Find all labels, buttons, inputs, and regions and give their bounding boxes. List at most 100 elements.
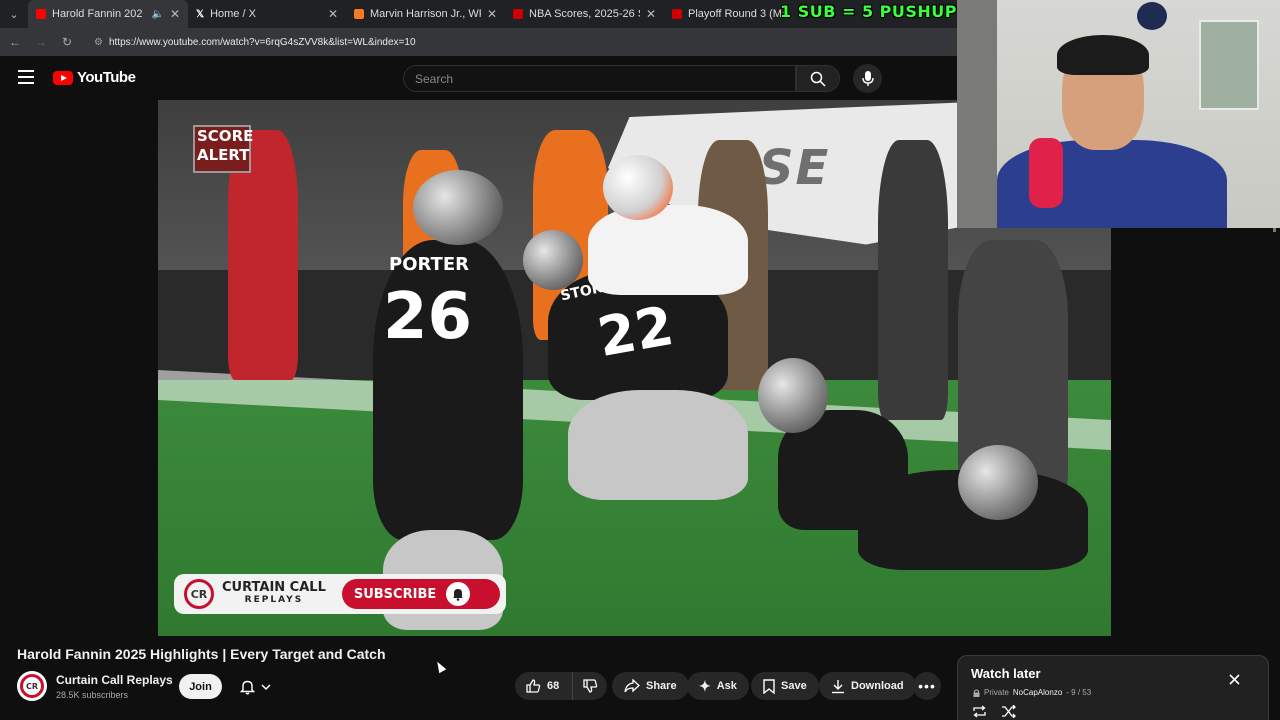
loop-icon[interactable] [972, 705, 987, 718]
photographer-figure [878, 140, 948, 420]
webcam-wall [957, 0, 997, 228]
speaker-icon[interactable]: 🔈 [151, 9, 163, 20]
youtube-logo[interactable]: YouTube [53, 69, 136, 86]
promo-name-line2: REPLAYS [244, 595, 304, 605]
search-button[interactable] [796, 65, 840, 92]
curtain-call-logo: CR [184, 579, 214, 609]
back-arrow-icon[interactable]: ← [8, 35, 22, 49]
channel-promo-banner: CR CURTAIN CALL REPLAYS SUBSCRIBE [174, 574, 506, 614]
voice-search-button[interactable] [853, 64, 882, 93]
screen: ⌄ Harold Fannin 2025 Highlig 🔈 ✕ 𝕏 Home … [0, 0, 1280, 720]
download-label: Download [851, 680, 904, 692]
bell-icon [239, 680, 255, 694]
mouse-cursor-icon [433, 659, 447, 674]
menu-icon[interactable] [18, 70, 34, 84]
thumbs-down-icon [583, 679, 598, 693]
more-actions-button[interactable]: ••• [913, 672, 941, 700]
microphone-icon [861, 70, 874, 86]
shuffle-icon[interactable] [1001, 705, 1016, 718]
channel-name[interactable]: Curtain Call Replays [56, 673, 173, 687]
reload-icon[interactable]: ↻ [60, 35, 74, 49]
espn-favicon-icon [672, 9, 682, 19]
action-bar: Save [751, 672, 819, 700]
youtube-header: YouTube [0, 56, 958, 100]
player-number: 22 [593, 293, 679, 370]
action-bar: Download [819, 672, 916, 700]
playlist-position: - 9 / 53 [1066, 688, 1092, 697]
webcam-hat [1137, 2, 1167, 30]
action-bar: ✦ Ask [687, 672, 749, 700]
search-input[interactable] [415, 71, 795, 86]
youtube-play-icon [53, 70, 73, 85]
thumbs-up-icon [526, 679, 541, 693]
tab-close-icon[interactable]: ✕ [328, 7, 338, 21]
forward-arrow-icon[interactable]: → [34, 35, 48, 49]
youtube-logo-text: YouTube [77, 69, 136, 86]
bookmark-icon [763, 678, 775, 694]
playlist-privacy: Private [984, 688, 1009, 697]
tab-home-x[interactable]: 𝕏 Home / X ✕ [188, 0, 346, 28]
tab-harold-fannin[interactable]: Harold Fannin 2025 Highlig 🔈 ✕ [28, 0, 188, 28]
bell-icon [446, 582, 471, 606]
playlist-panel: Watch later Private NoCapAlonzo - 9 / 53 [957, 655, 1269, 720]
channel-avatar-logo: CR [20, 674, 44, 698]
tab-nba-scores[interactable]: NBA Scores, 2025-26 Season - ✕ [505, 0, 664, 28]
url-field[interactable]: ⚙ https://www.youtube.com/watch?v=6rqG4sZ… [94, 37, 416, 48]
close-icon [1228, 673, 1240, 685]
subscriber-count: 28.5K subscribers [56, 690, 129, 700]
action-bar: Share [612, 672, 689, 700]
tab-close-icon[interactable]: ✕ [646, 7, 656, 21]
search-box [403, 65, 796, 92]
ask-button[interactable]: ✦ Ask [687, 672, 749, 700]
save-label: Save [781, 680, 807, 692]
score-alert-badge: SCORE ALERT [193, 125, 253, 173]
playlist-close-button[interactable] [1226, 671, 1242, 687]
save-button[interactable]: Save [751, 672, 819, 700]
tab-label: Marvin Harrison Jr., WR - 2024 [370, 8, 481, 20]
player-number: 26 [383, 280, 473, 354]
receiver-helmet [603, 155, 673, 220]
join-button[interactable]: Join [179, 674, 222, 699]
tab-search-chevron-icon[interactable]: ⌄ [0, 0, 28, 28]
dislike-button[interactable] [573, 672, 607, 700]
playlist-title[interactable]: Watch later [971, 666, 1041, 681]
stream-overlay-text: 1 SUB = 5 PUSHUPS [780, 2, 970, 21]
share-button[interactable]: Share [612, 672, 689, 700]
tab-label: Playoff Round 3 (Mar 23 - 29 [688, 8, 786, 20]
streamer-microphone [1029, 138, 1063, 208]
channel-avatar[interactable]: CR [17, 671, 47, 701]
playlist-meta: Private NoCapAlonzo - 9 / 53 [973, 688, 1091, 697]
lock-icon [973, 689, 980, 697]
tab-close-icon[interactable]: ✕ [487, 7, 497, 21]
like-button[interactable]: 68 [515, 672, 573, 700]
more-horizontal-icon: ••• [918, 678, 936, 694]
x-favicon-icon: 𝕏 [196, 8, 205, 20]
share-icon [624, 679, 640, 693]
player-pants [568, 390, 748, 500]
promo-name-line1: CURTAIN CALL [222, 580, 326, 595]
tab-marvin-harrison[interactable]: Marvin Harrison Jr., WR - 2024 ✕ [346, 0, 505, 28]
player-name: PORTER [389, 254, 469, 275]
tab-label: NBA Scores, 2025-26 Season - [529, 8, 640, 20]
download-icon [832, 679, 844, 693]
like-dislike-group: 68 [515, 672, 607, 700]
player-helmet [413, 170, 503, 245]
playlist-owner[interactable]: NoCapAlonzo [1013, 688, 1062, 697]
site-info-icon[interactable]: ⚙ [94, 37, 103, 48]
tab-close-icon[interactable]: ✕ [170, 7, 180, 21]
search-icon [810, 71, 826, 87]
tab-label: Harold Fannin 2025 Highlig [52, 8, 143, 20]
promo-subscribe-button: SUBSCRIBE [341, 579, 500, 609]
tab-playoff-round[interactable]: Playoff Round 3 (Mar 23 - 29 [664, 0, 794, 28]
player-helmet [758, 358, 828, 433]
streamer-hair [1057, 35, 1149, 75]
webcam-window [1199, 20, 1259, 110]
download-button[interactable]: Download [819, 672, 916, 700]
scrollbar-thumb[interactable] [1273, 228, 1276, 232]
player-helmet [523, 230, 583, 290]
espn-favicon-icon [513, 9, 523, 19]
notifications-button[interactable] [230, 674, 280, 699]
browser-addressbar: ← → ↻ ⚙ https://www.youtube.com/watch?v=6… [0, 28, 958, 56]
sparkle-icon: ✦ [699, 677, 711, 694]
tab-label: Home / X [210, 8, 256, 20]
